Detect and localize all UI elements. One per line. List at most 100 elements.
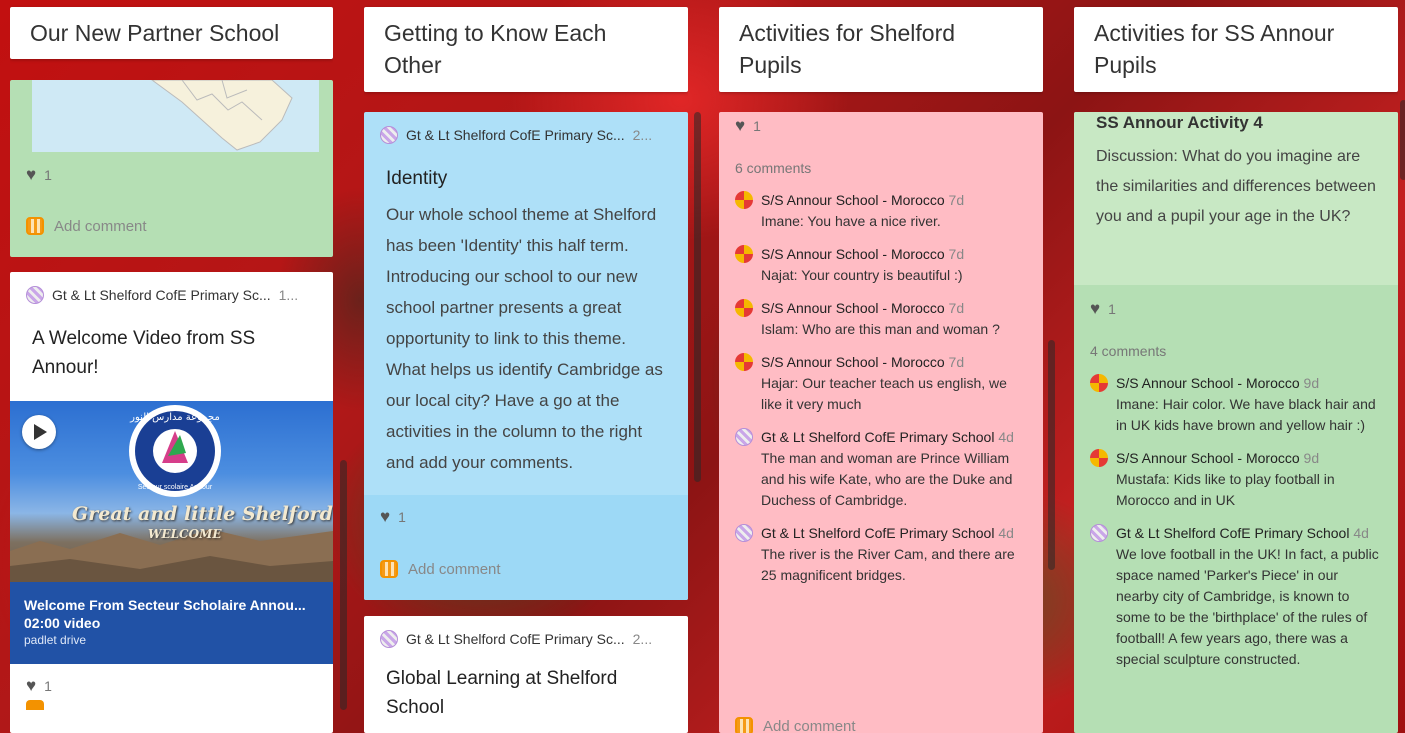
column-scrollbar[interactable] xyxy=(1048,340,1055,570)
column-title-text: Activities for Shelford Pupils xyxy=(739,20,956,78)
comment-time: 7d xyxy=(948,192,965,208)
play-icon xyxy=(34,424,47,440)
column-scrollbar[interactable] xyxy=(1400,100,1405,180)
arabic-caption: مجموعة مدارس النور xyxy=(129,412,220,423)
column-scrollbar[interactable] xyxy=(340,460,347,710)
comment-content: S/S Annour School - Morocco 9d Imane: Hai… xyxy=(1116,373,1382,436)
play-button[interactable] xyxy=(22,415,56,449)
like-count: 1 xyxy=(44,678,52,694)
comment-text: Islam: Who are this man and woman ? xyxy=(761,321,1000,337)
comment-author[interactable]: Gt & Lt Shelford CofE Primary School xyxy=(1116,525,1349,541)
comment: S/S Annour School - Morocco 9d Mustafa: K… xyxy=(1074,444,1398,519)
comment-author[interactable]: S/S Annour School - Morocco xyxy=(1116,375,1300,391)
comment-text: Mustafa: Kids like to play football in M… xyxy=(1116,471,1335,508)
comment-author[interactable]: S/S Annour School - Morocco xyxy=(1116,450,1300,466)
column-getting-to-know-each-other: Getting to Know Each Other Gt & Lt Shelf… xyxy=(364,0,688,733)
comment-author[interactable]: Gt & Lt Shelford CofE Primary School xyxy=(761,429,994,445)
video-attachment[interactable]: مجموعة مدارس النور Secteur scolaire Anno… xyxy=(10,401,333,664)
shelford-activity-card[interactable]: ♥ 1 6 comments S/S Annour School - Moroc… xyxy=(719,112,1043,733)
comment-list: S/S Annour School - Morocco 9d Imane: Hai… xyxy=(1074,369,1398,678)
comment-time: 9d xyxy=(1303,450,1320,466)
author-avatar xyxy=(380,126,398,144)
comment: Gt & Lt Shelford CofE Primary School 4d W… xyxy=(1074,519,1398,678)
like-count: 1 xyxy=(398,509,406,525)
card-footer: ♥ 1 Add comment xyxy=(364,495,688,600)
column-scrollbar[interactable] xyxy=(694,112,701,482)
comment-content: S/S Annour School - Morocco 9d Mustafa: K… xyxy=(1116,448,1382,511)
column-title[interactable]: Our New Partner School xyxy=(10,7,333,59)
comment-author[interactable]: Gt & Lt Shelford CofE Primary School xyxy=(761,525,994,541)
video-post-card[interactable]: Gt & Lt Shelford CofE Primary Sc... 1...… xyxy=(10,272,333,733)
add-comment-partial[interactable] xyxy=(26,700,44,710)
heart-icon[interactable]: ♥ xyxy=(26,165,36,185)
column-activities-for-shelford-pupils: Activities for Shelford Pupils ♥ 1 6 com… xyxy=(719,0,1043,733)
comment: Gt & Lt Shelford CofE Primary School 4d T… xyxy=(719,519,1043,594)
like-row: ♥ 1 xyxy=(1074,289,1398,329)
commenter-avatar xyxy=(1090,524,1108,542)
video-name: Welcome From Secteur Scholaire Annou... xyxy=(24,597,306,613)
comment: S/S Annour School - Morocco 7d Hajar: Our… xyxy=(719,348,1043,423)
add-comment-button[interactable]: Add comment xyxy=(10,206,163,246)
video-thumbnail[interactable]: مجموعة مدارس النور Secteur scolaire Anno… xyxy=(10,401,333,582)
comment-content: S/S Annour School - Morocco 7d Hajar: Our… xyxy=(761,352,1027,415)
post-meta: Gt & Lt Shelford CofE Primary Sc... 2... xyxy=(364,616,688,662)
comment-time: 4d xyxy=(1353,525,1369,541)
comment-content: Gt & Lt Shelford CofE Primary School 4d T… xyxy=(761,523,1027,586)
add-comment-label: Add comment xyxy=(54,217,147,235)
heart-icon[interactable]: ♥ xyxy=(1090,299,1100,319)
post-meta: Gt & Lt Shelford CofE Primary Sc... 2... xyxy=(364,112,688,158)
post-time: 2... xyxy=(632,127,653,143)
global-learning-post-card[interactable]: Gt & Lt Shelford CofE Primary Sc... 2...… xyxy=(364,616,688,733)
video-duration: 02:00 video xyxy=(24,615,101,631)
post-time: 2... xyxy=(632,631,653,647)
comment-author[interactable]: S/S Annour School - Morocco xyxy=(761,300,945,316)
annour-activity-card[interactable]: SS Annour Activity 4 Discussion: What do… xyxy=(1074,112,1398,733)
commenter-avatar xyxy=(1090,374,1108,392)
commenter-avatar xyxy=(735,353,753,371)
comment-time: 7d xyxy=(948,354,965,370)
post-title: Identity xyxy=(386,168,448,189)
add-comment-label: Add comment xyxy=(763,717,856,733)
comment-time: 4d xyxy=(998,429,1014,445)
comment: Gt & Lt Shelford CofE Primary School 4d T… xyxy=(719,423,1043,519)
like-row: ♥ 1 xyxy=(364,497,688,537)
post-time: 1... xyxy=(278,287,299,303)
column-title-text: Activities for SS Annour Pupils xyxy=(1094,20,1335,78)
africa-map-graphic xyxy=(151,80,293,151)
comment-author[interactable]: S/S Annour School - Morocco xyxy=(761,192,945,208)
ring-caption: Secteur scolaire Annour xyxy=(138,484,213,491)
comment: S/S Annour School - Morocco 7d Islam: Who… xyxy=(719,294,1043,348)
commenter-avatar xyxy=(1090,449,1108,467)
column-title[interactable]: Activities for Shelford Pupils xyxy=(719,7,1043,92)
add-comment-button[interactable]: Add comment xyxy=(364,549,688,589)
comment-text: The man and woman are Prince William and… xyxy=(761,450,1013,508)
comment-text: Najat: Your country is beautiful :) xyxy=(761,267,963,283)
like-row: ♥ 1 xyxy=(10,155,68,195)
comment-author[interactable]: S/S Annour School - Morocco xyxy=(761,246,945,262)
identity-post-card[interactable]: Gt & Lt Shelford CofE Primary Sc... 2...… xyxy=(364,112,688,600)
comment-text: The river is the River Cam, and there ar… xyxy=(761,546,1015,583)
comment-content: S/S Annour School - Morocco 7d Najat: You… xyxy=(761,244,964,286)
column-title[interactable]: Getting to Know Each Other xyxy=(364,7,688,92)
like-row: ♥ 1 xyxy=(719,112,1043,140)
comment-content: Gt & Lt Shelford CofE Primary School 4d T… xyxy=(761,427,1027,511)
like-count: 1 xyxy=(753,118,761,134)
heart-icon[interactable]: ♥ xyxy=(26,676,36,696)
comment-text: Imane: You have a nice river. xyxy=(761,213,941,229)
heart-icon[interactable]: ♥ xyxy=(735,116,745,136)
comment-time: 4d xyxy=(998,525,1014,541)
map-card[interactable]: ♥ 1 Add comment xyxy=(10,80,333,257)
video-info-bar[interactable]: Welcome From Secteur Scholaire Annou... … xyxy=(10,582,333,664)
author-avatar xyxy=(26,286,44,304)
comment-content: S/S Annour School - Morocco 7d Islam: Who… xyxy=(761,298,1000,340)
column-title[interactable]: Activities for SS Annour Pupils xyxy=(1074,7,1398,92)
comment-author[interactable]: S/S Annour School - Morocco xyxy=(761,354,945,370)
comment-text: Hajar: Our teacher teach us english, we … xyxy=(761,375,1007,412)
post-author: Gt & Lt Shelford CofE Primary Sc... xyxy=(406,127,625,143)
add-comment-button[interactable]: Add comment xyxy=(719,706,872,733)
post-meta: Gt & Lt Shelford CofE Primary Sc... 1... xyxy=(10,272,333,318)
post-title: A Welcome Video from SS Annour! xyxy=(32,328,256,378)
comment-time: 7d xyxy=(948,300,965,316)
comment-text: We love football in the UK! In fact, a p… xyxy=(1116,546,1379,667)
heart-icon[interactable]: ♥ xyxy=(380,507,390,527)
